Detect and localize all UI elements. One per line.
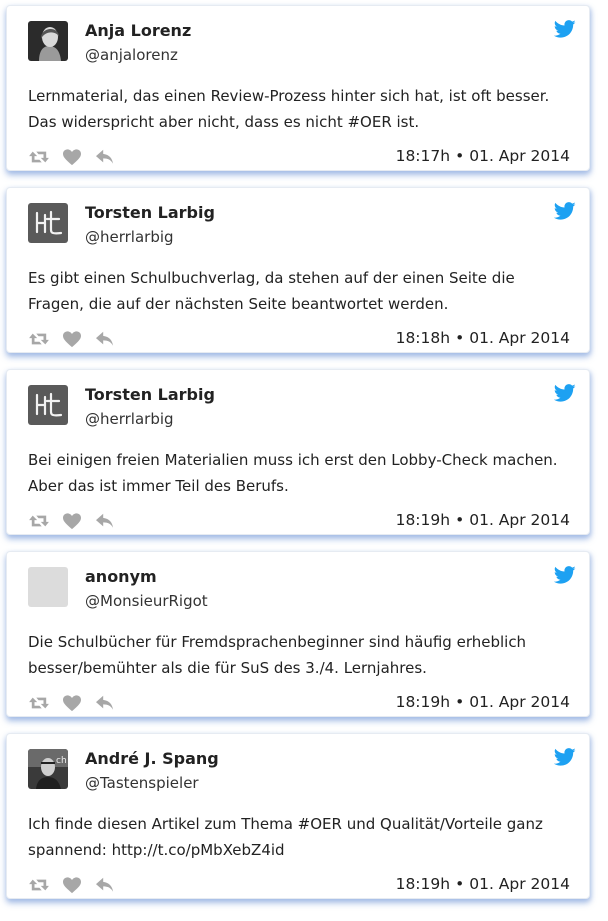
tweet-actions [28, 693, 127, 713]
author-name[interactable]: André J. Spang [85, 749, 219, 768]
twitter-bird-icon[interactable] [554, 382, 576, 404]
retweet-icon[interactable] [28, 330, 50, 348]
tweet-text-content: Ich finde diesen Artikel zum Thema #OER … [28, 815, 543, 859]
tweet-date: 01. Apr 2014 [469, 875, 570, 893]
tweet-time: 18:17h [395, 147, 451, 165]
twitter-bird-icon[interactable] [554, 564, 576, 586]
reply-icon[interactable] [94, 148, 116, 166]
tweet-feed: Anja Lorenz @anjalorenz Lernmaterial, da… [0, 0, 608, 921]
tweet-actions [28, 329, 127, 349]
tweet-text: Bei einigen freien Materialien muss ich … [28, 451, 558, 495]
tweet-card: Anja Lorenz @anjalorenz Lernmaterial, da… [6, 5, 590, 171]
tweet-time: 18:18h [395, 329, 451, 347]
retweet-icon[interactable] [28, 148, 50, 166]
reply-icon[interactable] [94, 330, 116, 348]
twitter-bird-icon[interactable] [554, 18, 576, 40]
avatar[interactable] [28, 21, 68, 61]
tweet-timestamp[interactable]: 18:19h • 01. Apr 2014 [396, 511, 570, 529]
retweet-icon[interactable] [28, 876, 50, 894]
heart-icon[interactable] [61, 876, 83, 894]
heart-icon[interactable] [61, 148, 83, 166]
tweet-text: Es gibt einen Schulbuchverlag, da stehen… [28, 269, 515, 313]
tweet-time: 18:19h [395, 693, 451, 711]
tweet-date: 01. Apr 2014 [469, 329, 570, 347]
author-handle[interactable]: @Tastenspieler [85, 774, 199, 792]
tweet-text: Die Schulbücher für Fremdsprachenbeginne… [28, 633, 527, 677]
twitter-bird-icon[interactable] [554, 200, 576, 222]
heart-icon[interactable] [61, 330, 83, 348]
avatar[interactable] [28, 385, 68, 425]
tweet-date: 01. Apr 2014 [469, 693, 570, 711]
heart-icon[interactable] [61, 512, 83, 530]
author-handle[interactable]: @MonsieurRigot [85, 592, 208, 610]
tweet-text: Ich finde diesen Artikel zum Thema #OER … [28, 811, 573, 863]
tweet-card: Torsten Larbig @herrlarbig Bei einigen f… [6, 369, 590, 535]
author-handle[interactable]: @anjalorenz [85, 46, 178, 64]
retweet-icon[interactable] [28, 694, 50, 712]
tweet-actions [28, 511, 127, 531]
author-name[interactable]: Anja Lorenz [85, 21, 191, 40]
tweet-date: 01. Apr 2014 [469, 511, 570, 529]
author-name[interactable]: Torsten Larbig [85, 203, 215, 222]
tweet-actions [28, 875, 127, 895]
twitter-bird-icon[interactable] [554, 746, 576, 768]
author-name[interactable]: anonym [85, 567, 157, 586]
tweet-timestamp[interactable]: 18:18h • 01. Apr 2014 [396, 329, 570, 347]
tweet-card: ch André J. Spang @Tastenspieler Ich fin… [6, 733, 590, 899]
tweet-link[interactable]: http://t.co/pMbXebZ4id [112, 841, 285, 859]
reply-icon[interactable] [94, 512, 116, 530]
tweet-timestamp[interactable]: 18:19h • 01. Apr 2014 [396, 693, 570, 711]
tweet-time: 18:19h [395, 511, 451, 529]
tweet-card: anonym @MonsieurRigot Die Schulbücher fü… [6, 551, 590, 717]
tweet-actions [28, 147, 127, 167]
author-handle[interactable]: @herrlarbig [85, 228, 174, 246]
avatar[interactable] [28, 567, 68, 607]
heart-icon[interactable] [61, 694, 83, 712]
tweet-time: 18:19h [395, 875, 451, 893]
tweet-timestamp[interactable]: 18:17h • 01. Apr 2014 [396, 147, 570, 165]
reply-icon[interactable] [94, 876, 116, 894]
author-name[interactable]: Torsten Larbig [85, 385, 215, 404]
reply-icon[interactable] [94, 694, 116, 712]
tweet-date: 01. Apr 2014 [469, 147, 570, 165]
svg-text:ch: ch [56, 756, 67, 766]
tweet-text: Lernmaterial, das einen Review-Prozess h… [28, 87, 550, 131]
author-handle[interactable]: @herrlarbig [85, 410, 174, 428]
tweet-card: Torsten Larbig @herrlarbig Es gibt einen… [6, 187, 590, 353]
avatar[interactable]: ch [28, 749, 68, 789]
tweet-timestamp[interactable]: 18:19h • 01. Apr 2014 [396, 875, 570, 893]
retweet-icon[interactable] [28, 512, 50, 530]
avatar[interactable] [28, 203, 68, 243]
